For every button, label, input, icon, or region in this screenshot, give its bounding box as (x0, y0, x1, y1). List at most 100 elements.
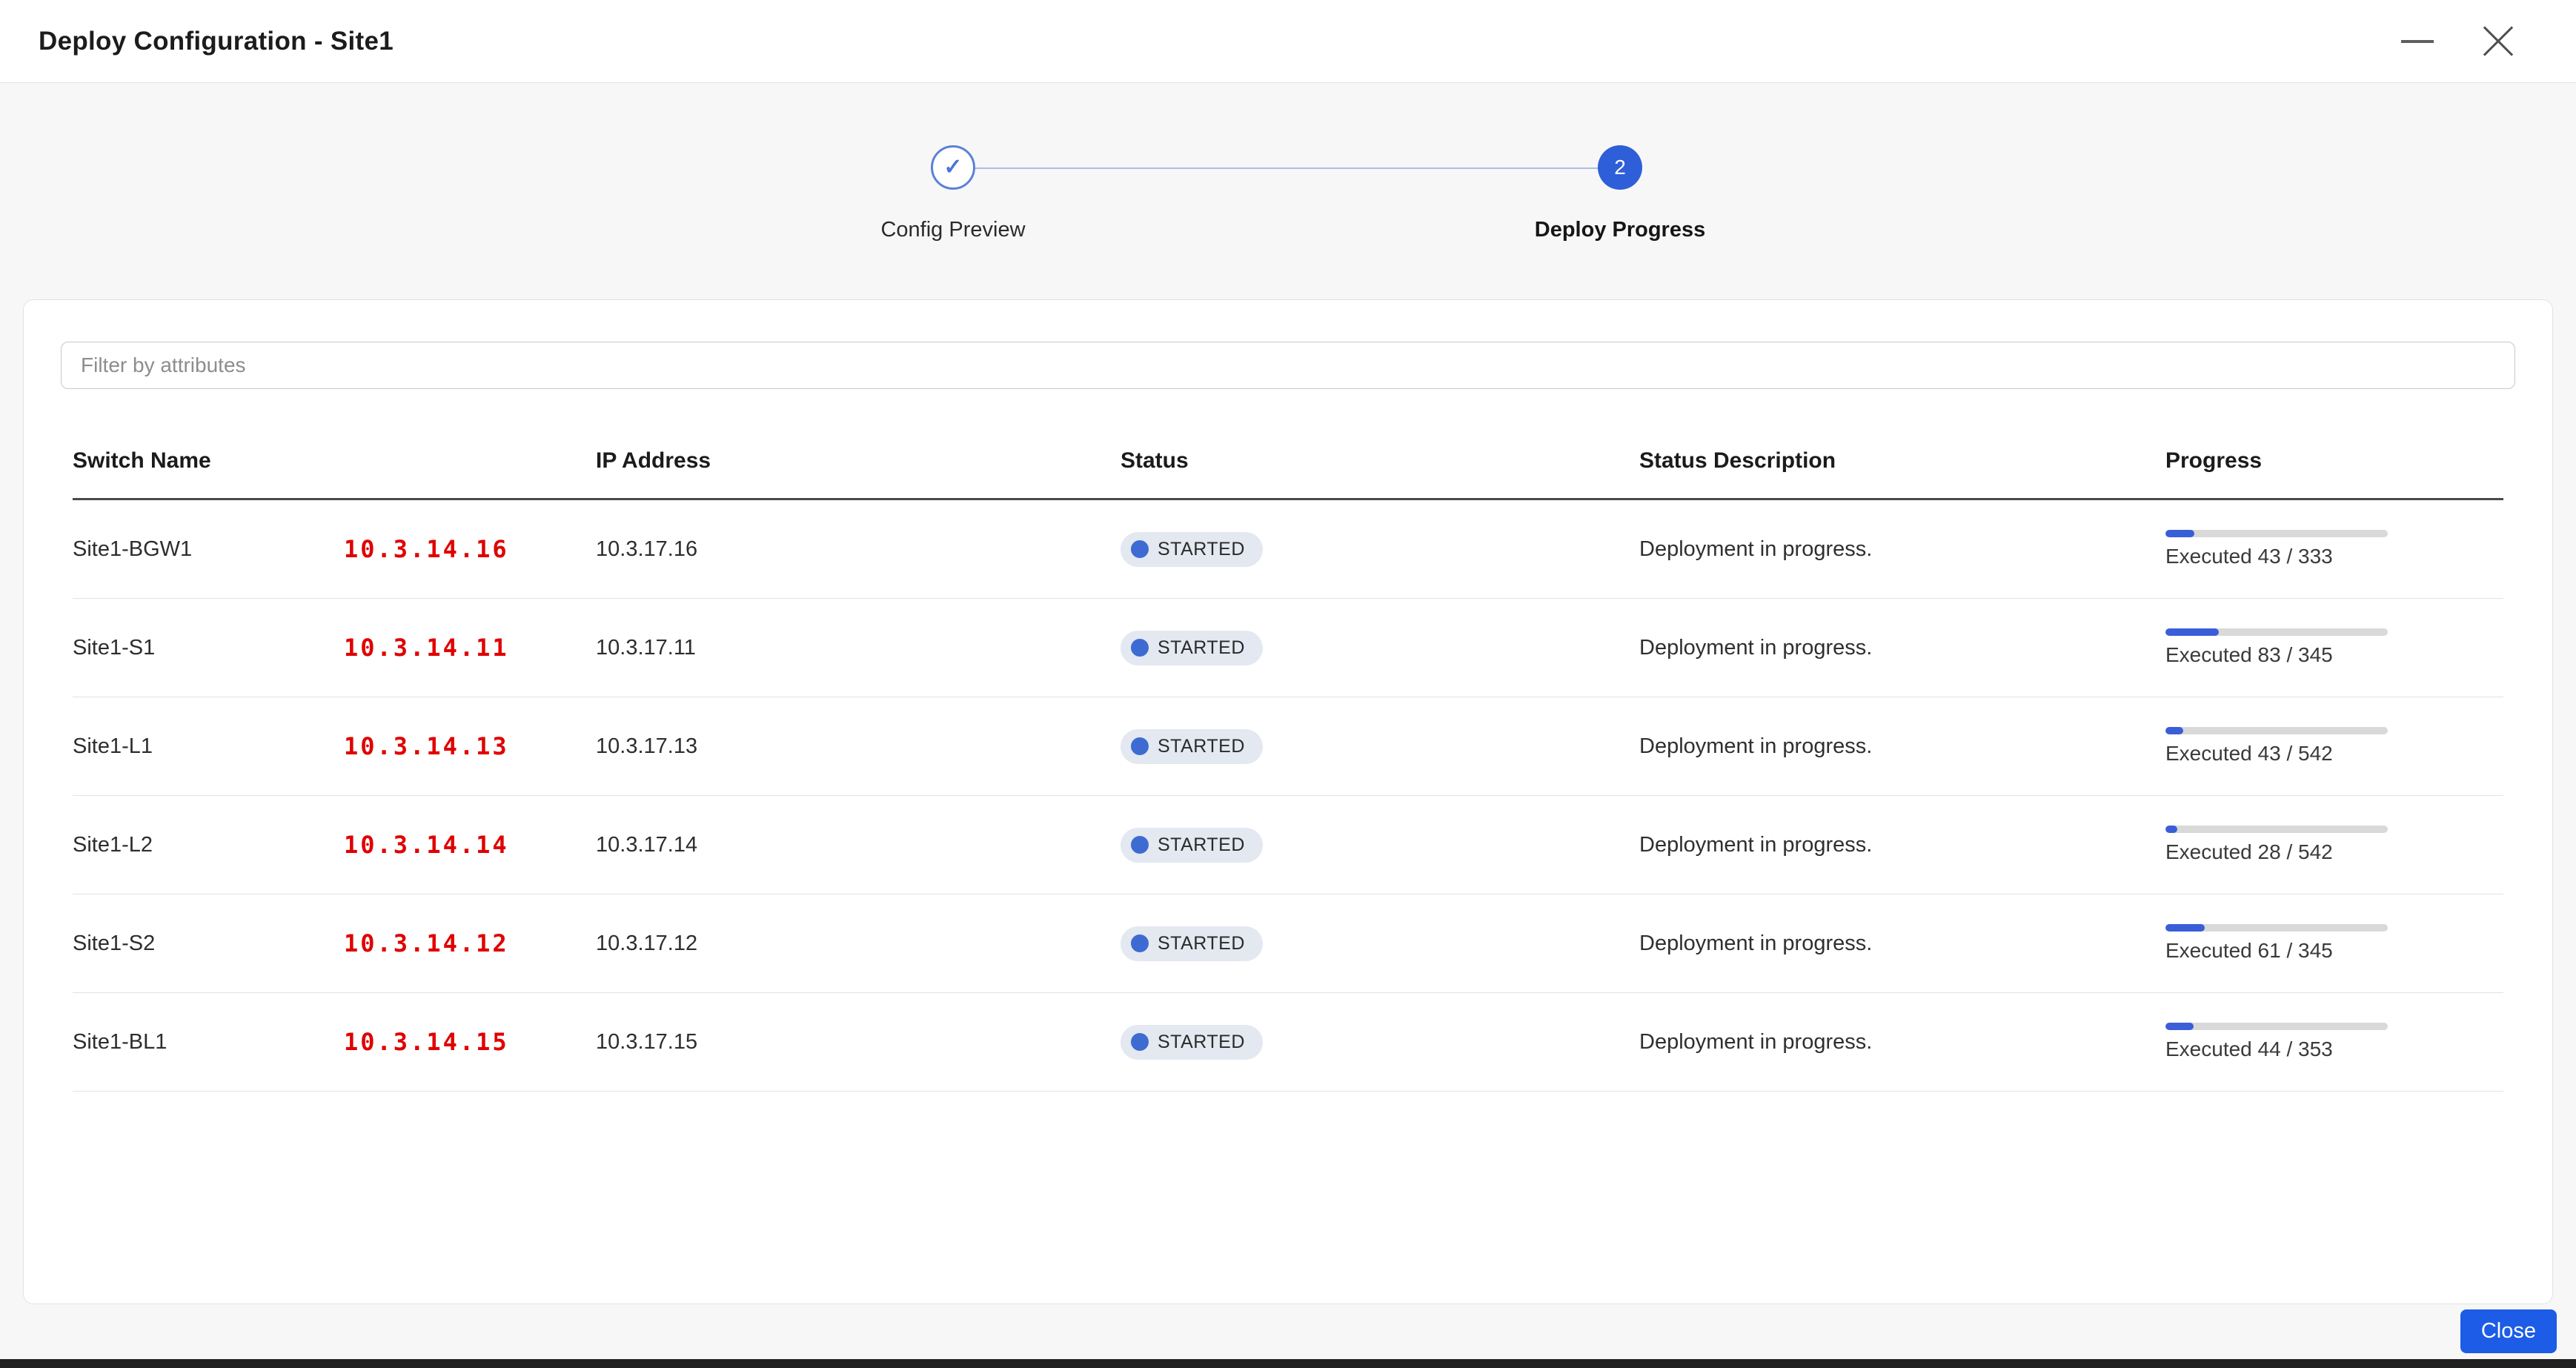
progress-bar-fill (2165, 530, 2194, 537)
status-dot-icon (1131, 934, 1149, 952)
progress-bar-track (2165, 924, 2388, 932)
status-badge-label: STARTED (1158, 736, 1245, 757)
progress-bar-track (2165, 727, 2388, 734)
status-cell: STARTED (1121, 926, 1639, 961)
progress-label: Executed 44 / 353 (2165, 1037, 2503, 1061)
status-cell: STARTED (1121, 631, 1639, 665)
console-ip-cell: 10.3.14.12 (344, 929, 596, 957)
status-badge: STARTED (1121, 729, 1263, 764)
close-icon[interactable] (2481, 24, 2515, 59)
status-description-cell: Deployment in progress. (1639, 932, 2165, 956)
status-badge: STARTED (1121, 1025, 1263, 1060)
status-dot-icon (1131, 836, 1149, 854)
switch-name-cell: Site1-BGW1 (73, 537, 344, 562)
stepper-connector-line (953, 167, 1620, 169)
table-row[interactable]: Site1-BL1 10.3.14.15 10.3.17.15 STARTED … (73, 993, 2503, 1092)
progress-label: Executed 43 / 542 (2165, 742, 2503, 766)
dialog-header: Deploy Configuration - Site1 (0, 0, 2576, 83)
status-badge-label: STARTED (1158, 637, 1245, 659)
table-row[interactable]: Site1-L2 10.3.14.14 10.3.17.14 STARTED D… (73, 796, 2503, 894)
progress-bar-fill (2165, 628, 2219, 636)
progress-bar-track (2165, 628, 2388, 636)
ip-address-cell: 10.3.17.14 (596, 833, 1121, 857)
status-badge: STARTED (1121, 926, 1263, 961)
progress-label: Executed 83 / 345 (2165, 643, 2503, 667)
switch-name-cell: Site1-L1 (73, 734, 344, 759)
progress-bar-fill (2165, 1023, 2194, 1030)
progress-bar-fill (2165, 727, 2183, 734)
check-icon: ✓ (943, 156, 962, 179)
step-number: 2 (1614, 156, 1626, 179)
ip-address-cell: 10.3.17.16 (596, 537, 1121, 562)
progress-cell: Executed 44 / 353 (2165, 1023, 2503, 1061)
minimize-icon[interactable] (2401, 40, 2434, 43)
step-config-preview-circle[interactable]: ✓ (931, 145, 975, 190)
status-dot-icon (1131, 540, 1149, 558)
deploy-progress-card: Switch Name IP Address Status Status Des… (23, 299, 2553, 1304)
filter-input[interactable] (61, 342, 2515, 389)
table-row[interactable]: Site1-S1 10.3.14.11 10.3.17.11 STARTED D… (73, 599, 2503, 697)
progress-bar-fill (2165, 826, 2177, 833)
ip-address-cell: 10.3.17.13 (596, 734, 1121, 759)
column-header-switch-name[interactable]: Switch Name (73, 448, 596, 474)
progress-bar-track (2165, 530, 2388, 537)
console-ip-cell: 10.3.14.16 (344, 535, 596, 563)
console-ip-cell: 10.3.14.15 (344, 1028, 596, 1056)
switch-name-cell: Site1-S1 (73, 636, 344, 660)
status-badge: STARTED (1121, 828, 1263, 863)
table-header-row: Switch Name IP Address Status Status Des… (73, 423, 2503, 500)
progress-label: Executed 28 / 542 (2165, 840, 2503, 864)
status-description-cell: Deployment in progress. (1639, 1030, 2165, 1055)
table-row[interactable]: Site1-BGW1 10.3.14.16 10.3.17.16 STARTED… (73, 500, 2503, 599)
progress-cell: Executed 28 / 542 (2165, 826, 2503, 864)
status-dot-icon (1131, 737, 1149, 755)
close-button[interactable]: Close (2460, 1309, 2557, 1353)
status-description-cell: Deployment in progress. (1639, 636, 2165, 660)
step-label-deploy-progress: Deploy Progress (1535, 218, 1705, 242)
status-badge-label: STARTED (1158, 539, 1245, 560)
status-cell: STARTED (1121, 828, 1639, 863)
column-header-ip-address[interactable]: IP Address (596, 448, 1121, 474)
ip-address-cell: 10.3.17.12 (596, 932, 1121, 956)
status-description-cell: Deployment in progress. (1639, 833, 2165, 857)
progress-label: Executed 43 / 333 (2165, 545, 2503, 568)
status-badge: STARTED (1121, 631, 1263, 665)
switch-name-cell: Site1-S2 (73, 932, 344, 956)
column-header-status-description[interactable]: Status Description (1639, 448, 2165, 474)
switch-name-cell: Site1-L2 (73, 833, 344, 857)
dialog-title: Deploy Configuration - Site1 (39, 27, 394, 56)
progress-cell: Executed 83 / 345 (2165, 628, 2503, 667)
console-ip-cell: 10.3.14.14 (344, 831, 596, 859)
table-row[interactable]: Site1-S2 10.3.14.12 10.3.17.12 STARTED D… (73, 894, 2503, 993)
ip-address-cell: 10.3.17.15 (596, 1030, 1121, 1055)
table-body: Site1-BGW1 10.3.14.16 10.3.17.16 STARTED… (73, 500, 2503, 1092)
switch-name-cell: Site1-BL1 (73, 1030, 344, 1055)
progress-cell: Executed 61 / 345 (2165, 924, 2503, 963)
progress-bar-track (2165, 826, 2388, 833)
progress-bar-fill (2165, 924, 2205, 932)
progress-cell: Executed 43 / 542 (2165, 727, 2503, 766)
status-badge: STARTED (1121, 532, 1263, 567)
window-controls (2401, 24, 2537, 59)
wizard-stepper: ✓ 2 Config Preview Deploy Progress (0, 83, 2576, 261)
step-label-config-preview: Config Preview (880, 218, 1025, 242)
progress-label: Executed 61 / 345 (2165, 939, 2503, 963)
status-dot-icon (1131, 1033, 1149, 1051)
switch-table: Switch Name IP Address Status Status Des… (61, 423, 2515, 1092)
progress-cell: Executed 43 / 333 (2165, 530, 2503, 568)
status-description-cell: Deployment in progress. (1639, 734, 2165, 759)
ip-address-cell: 10.3.17.11 (596, 636, 1121, 660)
status-cell: STARTED (1121, 532, 1639, 567)
status-cell: STARTED (1121, 1025, 1639, 1060)
status-badge-label: STARTED (1158, 834, 1245, 856)
console-ip-cell: 10.3.14.11 (344, 634, 596, 662)
table-row[interactable]: Site1-L1 10.3.14.13 10.3.17.13 STARTED D… (73, 697, 2503, 796)
column-header-progress[interactable]: Progress (2165, 448, 2503, 474)
column-header-status[interactable]: Status (1121, 448, 1639, 474)
status-badge-label: STARTED (1158, 1032, 1245, 1053)
window-bottom-edge (0, 1359, 2576, 1368)
step-deploy-progress-circle[interactable]: 2 (1598, 145, 1642, 190)
status-cell: STARTED (1121, 729, 1639, 764)
dialog-footer: Close (2460, 1309, 2557, 1353)
console-ip-cell: 10.3.14.13 (344, 732, 596, 760)
